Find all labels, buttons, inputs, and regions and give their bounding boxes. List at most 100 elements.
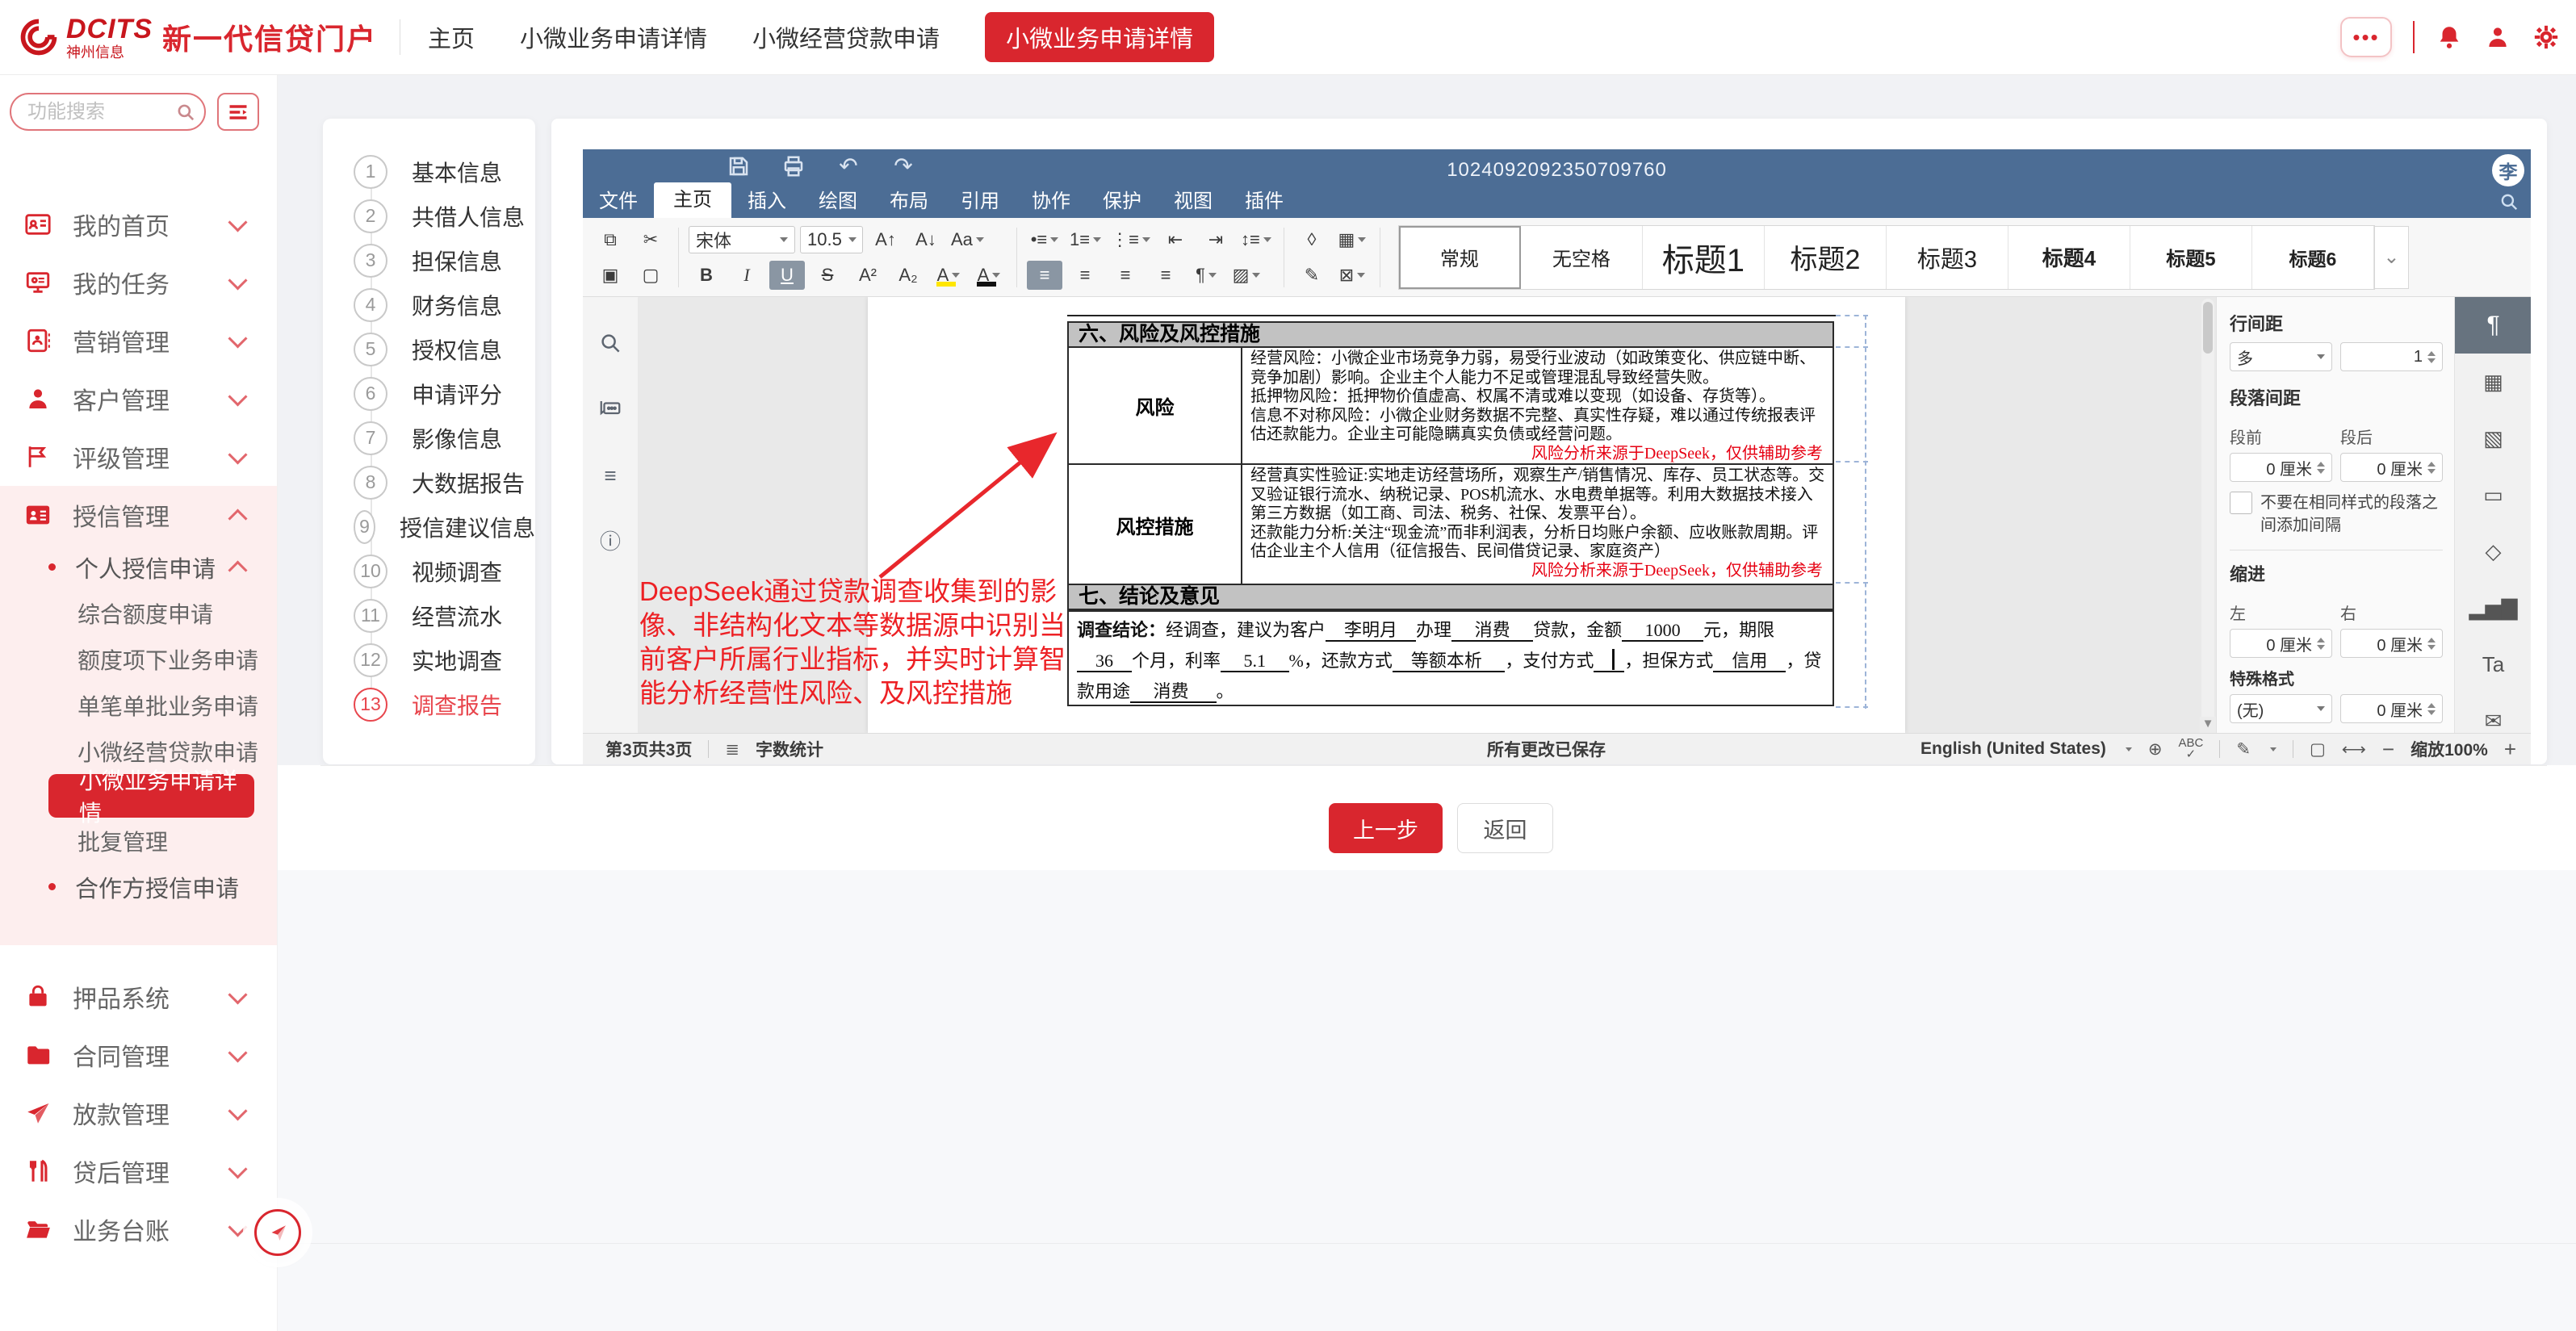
image-panel-icon[interactable]: ▧	[2455, 410, 2531, 467]
zoom-in-icon[interactable]: +	[2504, 737, 2516, 762]
mailmerge-panel-icon[interactable]: ✉	[2455, 693, 2531, 733]
align-left-icon[interactable]: ≡	[1027, 261, 1062, 290]
save-icon[interactable]	[727, 154, 751, 178]
step-item-5[interactable]: 5 授权信息	[323, 327, 535, 371]
menu-collapse-button[interactable]	[217, 93, 259, 131]
sidebar-item-0[interactable]: 我的首页	[0, 195, 277, 253]
header-tab-3[interactable]: 小微业务申请详情	[985, 12, 1214, 62]
increase-font-icon[interactable]: A↑	[868, 225, 903, 254]
step-item-2[interactable]: 2 共借人信息	[323, 194, 535, 238]
align-center-icon[interactable]: ≡	[1067, 261, 1103, 290]
indent-icon[interactable]: ⇥	[1198, 225, 1234, 254]
style-4[interactable]: 标题3	[1887, 226, 2008, 289]
conclusion-cell[interactable]: 调查结论：经调查，建议为客户 李明月 办理 消费 贷款，金额 1000 元，期限…	[1067, 610, 1834, 706]
notifications-bell-icon[interactable]	[2436, 23, 2463, 51]
indent-right-stepper[interactable]: 0 厘米	[2340, 629, 2443, 658]
font-name-select[interactable]: 宋体	[689, 226, 795, 253]
select-icon[interactable]: ▢	[633, 261, 668, 290]
sidebar-leaf-2[interactable]: 单笔单批业务申请	[0, 682, 277, 728]
chart-panel-icon[interactable]: ▂▅▇	[2455, 580, 2531, 636]
step-item-10[interactable]: 10 视频调查	[323, 549, 535, 593]
style-6[interactable]: 标题5	[2130, 226, 2252, 289]
special-format-select[interactable]: (无)	[2230, 694, 2332, 723]
line-spacing-stepper[interactable]: 1	[2340, 342, 2443, 371]
editing-mode-icon[interactable]: ✎	[2236, 739, 2251, 760]
decrease-font-icon[interactable]: A↓	[908, 225, 944, 254]
special-format-stepper[interactable]: 0 厘米	[2340, 694, 2443, 723]
sidebar-item-7[interactable]: 合同管理	[0, 1026, 277, 1084]
step-item-7[interactable]: 7 影像信息	[323, 416, 535, 460]
sidebar-item-2[interactable]: 营销管理	[0, 312, 277, 370]
bold-button[interactable]: B	[689, 261, 724, 290]
subscript-button[interactable]: A₂	[890, 261, 926, 290]
bullet-list-icon[interactable]: •≡	[1027, 225, 1062, 254]
sidebar-subitem-0[interactable]: 个人授信申请	[0, 544, 277, 590]
scrollbar-down-arrow[interactable]: ▼	[2200, 717, 2216, 733]
conclusion-blank[interactable]: 等额本析	[1393, 651, 1506, 672]
conclusion-blank[interactable]: 1000	[1622, 620, 1703, 642]
sidebar-leaf-4[interactable]: 小微业务申请详情	[48, 774, 254, 818]
format-painter-icon[interactable]: ✎	[1294, 261, 1330, 290]
borders-icon[interactable]: ▦	[1334, 225, 1370, 254]
settings-gear-icon[interactable]	[2532, 23, 2560, 51]
print-icon[interactable]	[781, 154, 806, 178]
step-item-12[interactable]: 12 实地调查	[323, 638, 535, 682]
indent-left-stepper[interactable]: 0 厘米	[2230, 629, 2332, 658]
highlight-button[interactable]: A	[931, 261, 966, 290]
editor-tab-6[interactable]: 协作	[1016, 186, 1087, 218]
italic-button[interactable]: I	[729, 261, 764, 290]
step-item-4[interactable]: 4 财务信息	[323, 283, 535, 327]
fit-width-icon[interactable]: ⟷	[2342, 739, 2366, 760]
fill-color-icon[interactable]: ▨	[1229, 261, 1264, 290]
undo-icon[interactable]: ↶	[836, 154, 861, 178]
step-item-13[interactable]: 13 调查报告	[323, 682, 535, 726]
editor-tab-7[interactable]: 保护	[1087, 186, 1158, 218]
font-size-select[interactable]: 10.5	[800, 226, 863, 253]
return-button[interactable]: 返回	[1457, 803, 1553, 853]
navigation-icon[interactable]: ≡	[598, 463, 622, 488]
conclusion-blank[interactable]: 消费	[1451, 620, 1533, 642]
style-1[interactable]: 无空格	[1521, 226, 1643, 289]
sidebar-item-3[interactable]: 客户管理	[0, 370, 277, 428]
numbered-list-icon[interactable]: 1≡	[1067, 225, 1104, 254]
editor-tab-9[interactable]: 插件	[1229, 186, 1300, 218]
shapes-panel-icon[interactable]: ◇	[2455, 523, 2531, 580]
align-right-icon[interactable]: ≡	[1108, 261, 1143, 290]
redo-icon[interactable]: ↷	[891, 154, 915, 178]
no-gap-checkbox[interactable]	[2230, 492, 2252, 514]
editor-user-avatar[interactable]: 李	[2492, 154, 2524, 186]
style-0[interactable]: 常规	[1399, 226, 1521, 289]
spacing-after-stepper[interactable]: 0 厘米	[2340, 453, 2443, 482]
editor-search-icon[interactable]	[2499, 191, 2519, 212]
sidebar-item-1[interactable]: 我的任务	[0, 253, 277, 312]
sidebar-item-10[interactable]: 业务台账	[0, 1200, 277, 1258]
step-item-9[interactable]: 9 授信建议信息	[323, 504, 535, 549]
cut-icon[interactable]: ✂	[633, 225, 668, 254]
previous-step-button[interactable]: 上一步	[1329, 803, 1443, 853]
conclusion-blank[interactable]: 李明月	[1326, 620, 1416, 642]
language-selector[interactable]: English (United States)	[1920, 739, 2106, 759]
doc-search-icon[interactable]	[598, 331, 622, 355]
conclusion-blank[interactable]: 信用	[1713, 651, 1786, 672]
superscript-button[interactable]: A²	[850, 261, 886, 290]
step-item-11[interactable]: 11 经营流水	[323, 593, 535, 638]
header-tab-0[interactable]: 主页	[428, 20, 475, 54]
header-tab-2[interactable]: 小微经营贷款申请	[752, 20, 940, 54]
line-spacing-select[interactable]: 多	[2230, 342, 2332, 371]
sidebar-leaf-1[interactable]: 额度项下业务申请	[0, 636, 277, 682]
spacing-before-stepper[interactable]: 0 厘米	[2230, 453, 2332, 482]
more-actions-button[interactable]: •••	[2340, 17, 2392, 57]
fit-page-icon[interactable]: ▢	[2310, 739, 2326, 760]
scrollbar-thumb[interactable]	[2203, 302, 2213, 354]
conclusion-blank[interactable]	[1594, 651, 1624, 672]
user-profile-icon[interactable]	[2484, 23, 2511, 51]
about-icon[interactable]: ⓘ	[598, 529, 622, 554]
line-spacing-icon[interactable]: ↕≡	[1238, 225, 1274, 254]
sidebar-item-9[interactable]: 贷后管理	[0, 1142, 277, 1200]
step-item-6[interactable]: 6 申请评分	[323, 371, 535, 416]
sidebar-item-5[interactable]: 授信管理	[0, 486, 277, 544]
editor-tab-1[interactable]: 主页	[654, 182, 731, 218]
spellcheck-icon[interactable]: ABC✓	[2179, 738, 2204, 760]
comments-icon[interactable]	[598, 397, 622, 421]
paragraph-panel-icon[interactable]: ¶	[2455, 297, 2531, 354]
